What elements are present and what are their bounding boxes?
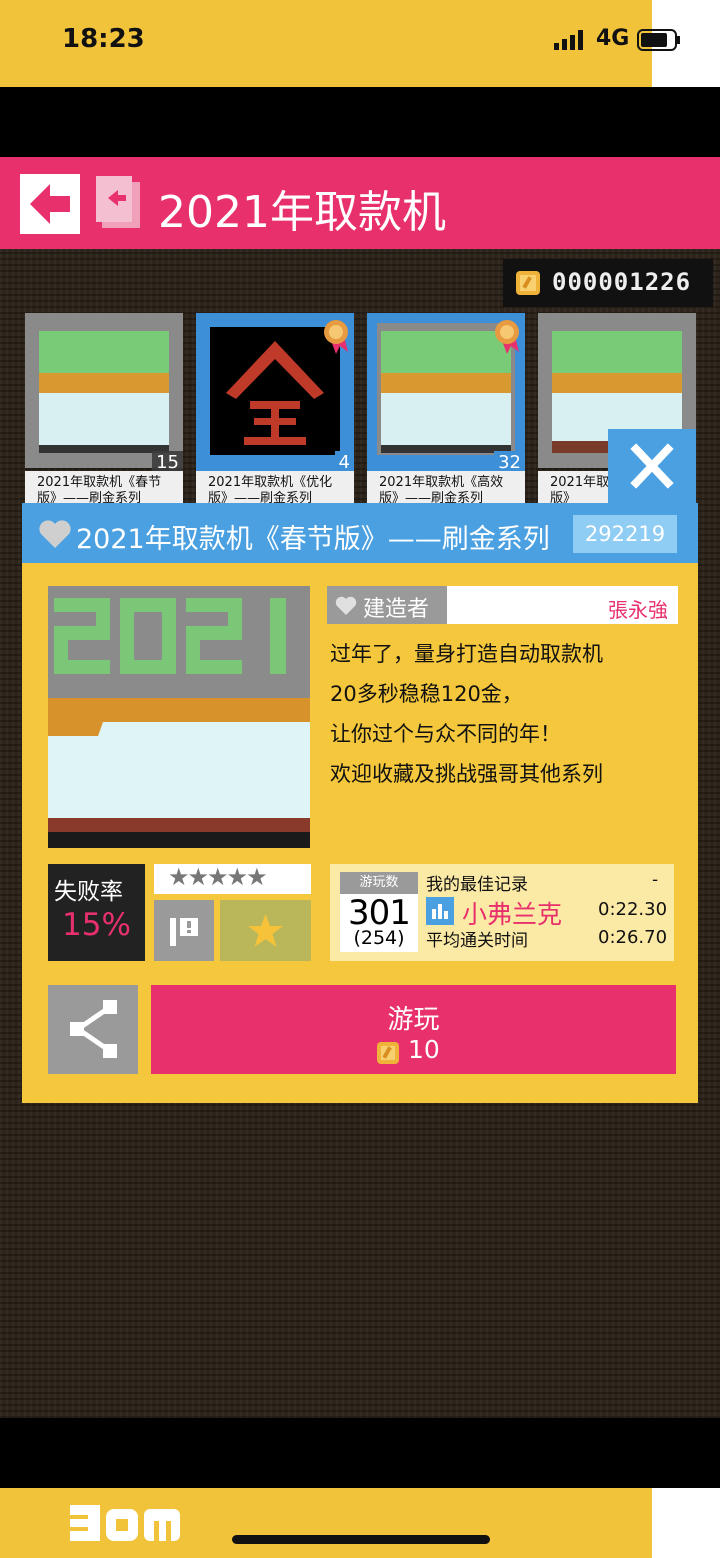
status-time: 18:23 (62, 24, 145, 54)
close-icon (630, 443, 674, 489)
star-icon (248, 914, 283, 947)
bottom-black-band (0, 1418, 720, 1488)
network-label: 4G (596, 26, 630, 51)
share-button[interactable] (48, 985, 138, 1074)
creator-name[interactable]: 張永強 (608, 594, 668, 623)
signal-icon (554, 30, 583, 50)
plays-clear-count: (254) (353, 927, 405, 949)
card-caption: 2021年取款机《高效版》——刷金系列 (367, 471, 525, 507)
coin-icon (377, 1042, 399, 1064)
page-title: 2021年取款机 (158, 187, 446, 238)
card-caption: 2021年取款机《春节版》——刷金系列 (25, 471, 183, 507)
ranking-icon[interactable] (426, 897, 454, 925)
bar-chart-icon (432, 904, 448, 919)
report-icon (170, 918, 198, 946)
level-description: 过年了，量身打造自动取款机 20多秒稳稳120金， 让你过个与众不同的年！ 欢迎… (330, 642, 603, 786)
level-title: 2021年取款机《春节版》——刷金系列 (76, 524, 550, 555)
home-indicator[interactable] (232, 1535, 490, 1544)
close-button[interactable] (608, 429, 696, 503)
medal-icon (324, 320, 348, 354)
best-time: 0:22.30 (598, 899, 668, 920)
best-record-dash: - (652, 870, 659, 890)
medal-icon (495, 320, 519, 354)
play-cost: 10 (408, 1035, 440, 1064)
top-black-band (0, 87, 720, 157)
level-preview-image (48, 586, 310, 848)
avg-time: 0:26.70 (598, 927, 668, 948)
fail-rate-label: 失败率 (54, 879, 123, 905)
back-arrow-icon (30, 184, 70, 224)
coin-value: 000001226 (552, 268, 692, 296)
avg-time-label: 平均通关时间 (426, 931, 528, 951)
heart-icon[interactable] (38, 519, 72, 549)
fail-rate-value: 15% (62, 907, 131, 943)
course-book-icon (96, 176, 140, 228)
heart-icon (335, 596, 357, 615)
share-icon (70, 1000, 117, 1058)
favorite-button[interactable] (220, 900, 311, 961)
card-caption: 2021年取款机《优化版》——刷金系列 (196, 471, 354, 507)
level-id-badge: 292219 (573, 515, 677, 553)
creator-label: 建造者 (363, 597, 430, 622)
plays-label: 游玩数 (340, 872, 418, 894)
battery-icon (637, 29, 680, 51)
best-record-label: 我的最佳记录 (426, 875, 528, 895)
course-thumbnail (25, 313, 183, 468)
difficulty-stars: ★★★★★ (168, 863, 268, 891)
coin-icon (516, 271, 540, 295)
report-button[interactable] (154, 900, 214, 961)
back-button[interactable] (20, 174, 80, 234)
bottom-bar-edge (652, 1488, 720, 1558)
play-button-label: 游玩 (387, 1005, 440, 1035)
app-logo (70, 1505, 180, 1541)
course-card[interactable]: 15 2021年取款机《春节版》——刷金系列 (25, 313, 183, 507)
